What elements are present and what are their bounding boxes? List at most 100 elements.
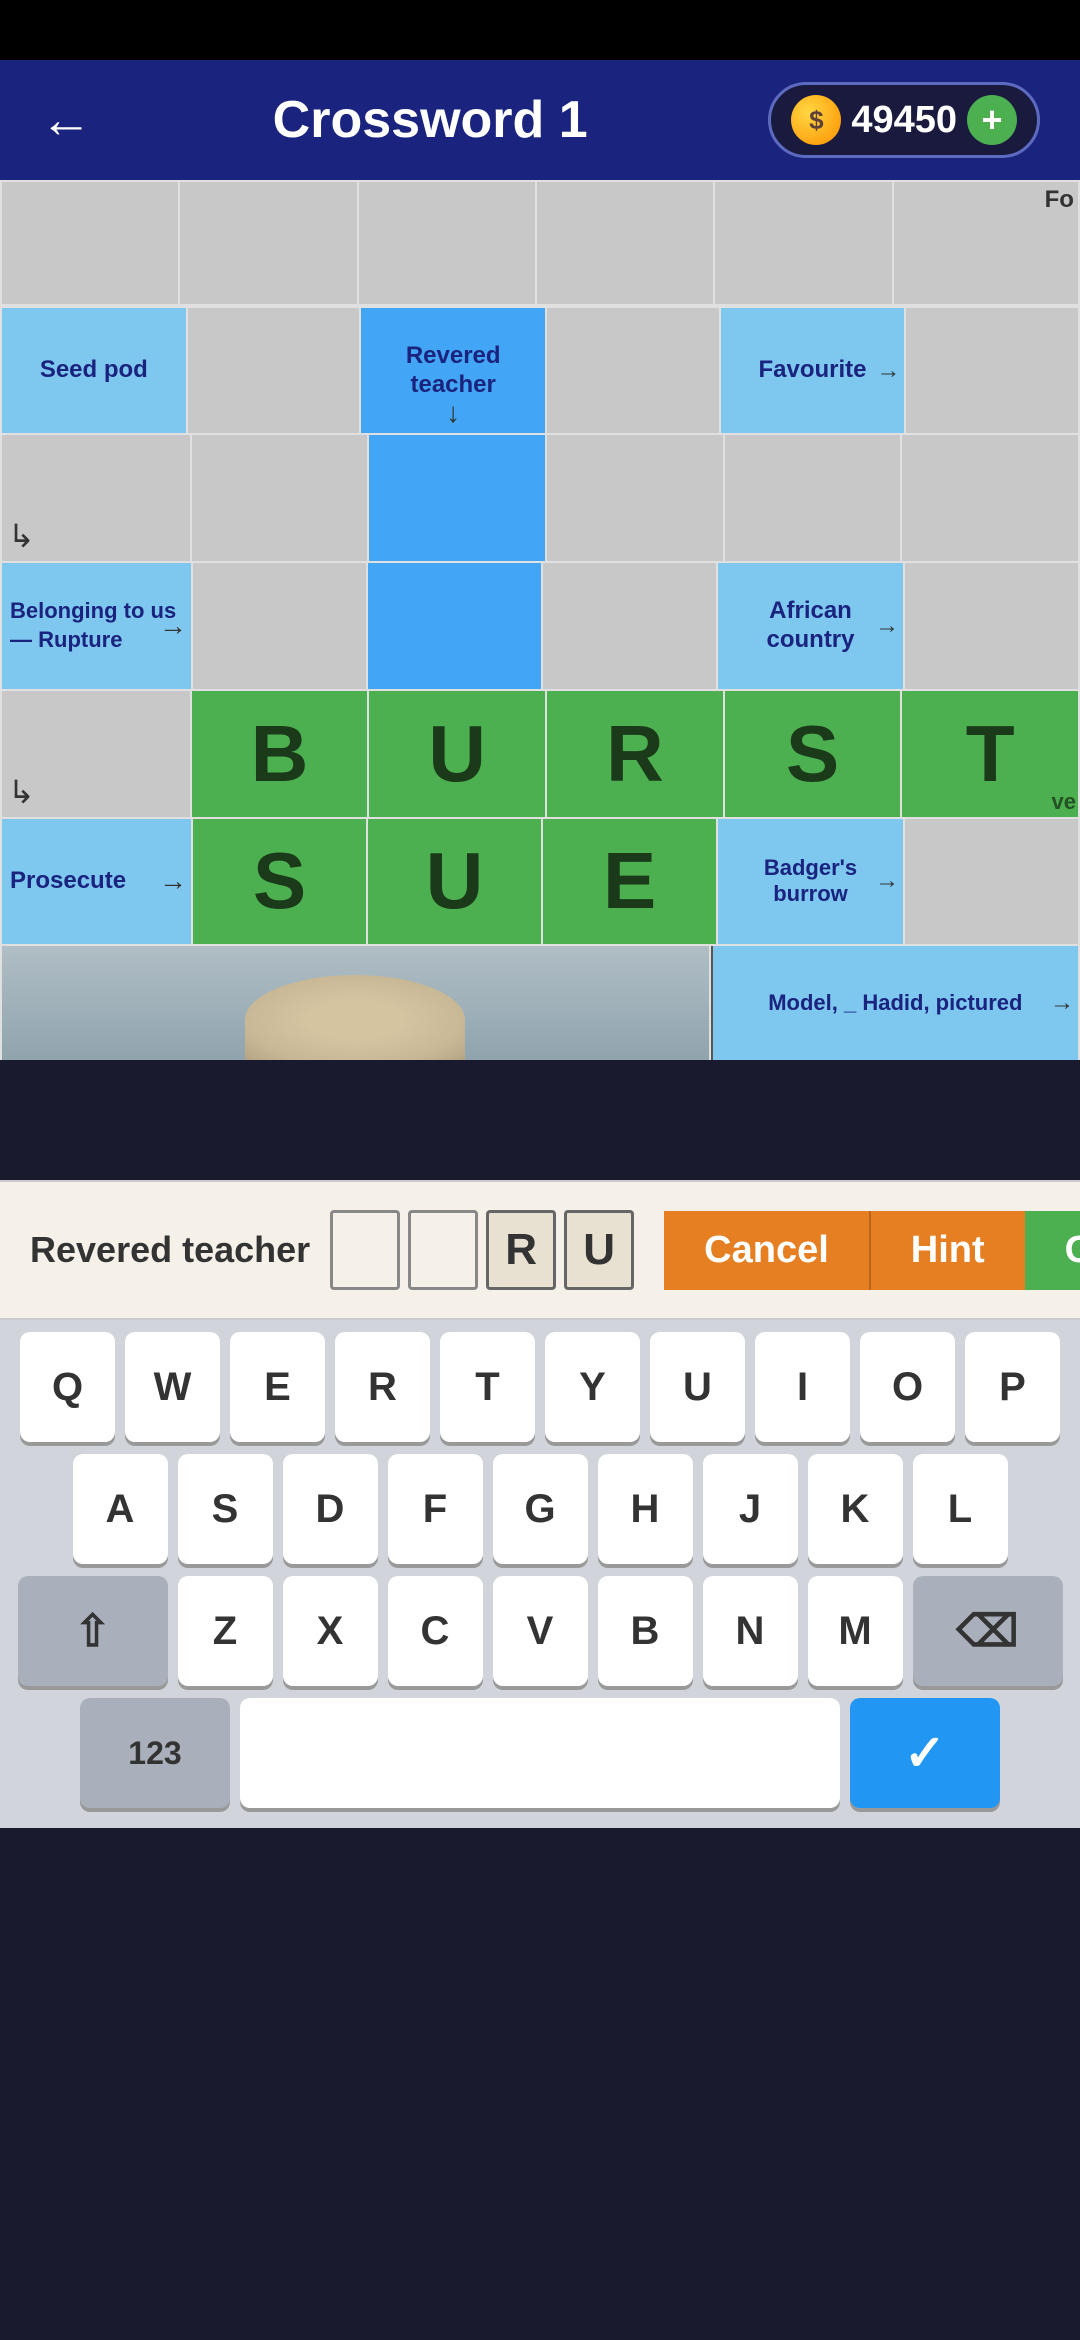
key-f[interactable]: F	[388, 1454, 483, 1564]
letter-r: R	[606, 708, 664, 800]
key-p[interactable]: P	[965, 1332, 1060, 1442]
cell-1-1	[188, 308, 360, 434]
cell-s2[interactable]: S	[193, 819, 366, 945]
keyboard-row-2: A S D F G H J K L	[8, 1454, 1072, 1564]
space-key[interactable]	[240, 1698, 840, 1808]
add-coins-button[interactable]: +	[967, 95, 1017, 145]
cell-r[interactable]: R	[547, 691, 723, 817]
clue-favourite-text: Favourite	[759, 356, 867, 385]
letter-b: B	[251, 708, 309, 800]
keyboard-row-3: ⇧ Z X C V B N M ⌫	[8, 1576, 1072, 1686]
key-o[interactable]: O	[860, 1332, 955, 1442]
key-u[interactable]: U	[650, 1332, 745, 1442]
crossword-grid: Fo Seed pod Revered teacher ↓ Favourite …	[0, 180, 1080, 1060]
key-m[interactable]: M	[808, 1576, 903, 1686]
key-l[interactable]: L	[913, 1454, 1008, 1564]
cell-b[interactable]: B	[192, 691, 368, 817]
back-button[interactable]: ←	[40, 90, 92, 150]
key-b[interactable]: B	[598, 1576, 693, 1686]
clue-prosecute[interactable]: Prosecute →	[2, 819, 191, 945]
cell-3-5	[905, 563, 1078, 689]
letter-t: T	[966, 708, 1015, 800]
photo-hint-area	[2, 946, 709, 1060]
cell-0-3	[537, 182, 713, 304]
coin-count: 49450	[851, 99, 957, 142]
clue-seed-pod-text: Seed pod	[40, 356, 148, 385]
key-r[interactable]: R	[335, 1332, 430, 1442]
letter-box-4[interactable]: U	[564, 1210, 634, 1290]
numbers-key[interactable]: 123	[80, 1698, 230, 1808]
letter-e: E	[603, 835, 656, 927]
clue-badger[interactable]: Badger's burrow →	[718, 819, 903, 945]
key-a[interactable]: A	[73, 1454, 168, 1564]
corner-arrow-1: ↳	[8, 517, 35, 555]
clue-revered-teacher[interactable]: Revered teacher ↓	[361, 308, 545, 434]
page-title: Crossword 1	[273, 90, 588, 150]
cell-u2[interactable]: U	[368, 819, 541, 945]
key-d[interactable]: D	[283, 1454, 378, 1564]
key-c[interactable]: C	[388, 1576, 483, 1686]
coin-icon: $	[791, 95, 841, 145]
cell-4-0: ↳	[2, 691, 190, 817]
key-n[interactable]: N	[703, 1576, 798, 1686]
arrow-right-favourite: →	[876, 357, 900, 385]
shift-key[interactable]: ⇧	[18, 1576, 168, 1686]
keyboard: Q W E R T Y U I O P A S D F G H J K L ⇧ …	[0, 1320, 1080, 1828]
letter-s1: S	[786, 708, 839, 800]
key-y[interactable]: Y	[545, 1332, 640, 1442]
key-x[interactable]: X	[283, 1576, 378, 1686]
cell-3-3	[543, 563, 716, 689]
key-w[interactable]: W	[125, 1332, 220, 1442]
arrow-right-model: →	[1050, 989, 1074, 1017]
key-v[interactable]: V	[493, 1576, 588, 1686]
input-bar: Revered teacher R U Cancel Hint Okay	[0, 1180, 1080, 1320]
cell-3-1	[193, 563, 366, 689]
clue-belonging-text: Belonging to us — Rupture	[10, 597, 183, 654]
header: ← Crossword 1 $ 49450 +	[0, 60, 1080, 180]
confirm-key[interactable]: ✓	[850, 1698, 1000, 1808]
clue-badger-text: Badger's burrow	[724, 855, 897, 908]
okay-button[interactable]: Okay	[1025, 1211, 1080, 1290]
key-t[interactable]: T	[440, 1332, 535, 1442]
cell-u1[interactable]: U	[369, 691, 545, 817]
clue-model[interactable]: Model, _ Hadid, pictured →	[711, 946, 1078, 1060]
letter-box-1[interactable]	[330, 1210, 400, 1290]
cell-s1[interactable]: S	[725, 691, 901, 817]
key-q[interactable]: Q	[20, 1332, 115, 1442]
clue-seed-pod[interactable]: Seed pod	[2, 308, 186, 434]
active-clue-text: Revered teacher	[30, 1229, 310, 1271]
keyboard-bottom-row: 123 ✓	[8, 1698, 1072, 1808]
letter-box-2[interactable]	[408, 1210, 478, 1290]
cell-2-3	[547, 435, 723, 561]
backspace-key[interactable]: ⌫	[913, 1576, 1063, 1686]
corner-arrow-2: ↳	[8, 773, 35, 811]
letter-s2: S	[253, 835, 306, 927]
status-bar	[0, 0, 1080, 60]
partial-ve: ve	[1052, 789, 1076, 815]
clue-african-country-text: African country	[724, 597, 897, 655]
clue-african-country[interactable]: African country →	[718, 563, 903, 689]
cell-2-4	[725, 435, 901, 561]
key-s[interactable]: S	[178, 1454, 273, 1564]
cell-e[interactable]: E	[543, 819, 716, 945]
clue-belonging[interactable]: Belonging to us — Rupture →	[2, 563, 191, 689]
coin-badge: $ 49450 +	[768, 82, 1040, 158]
cancel-button[interactable]: Cancel	[664, 1211, 869, 1290]
key-e[interactable]: E	[230, 1332, 325, 1442]
key-g[interactable]: G	[493, 1454, 588, 1564]
key-i[interactable]: I	[755, 1332, 850, 1442]
cell-t[interactable]: T ve	[902, 691, 1078, 817]
cell-2-5	[902, 435, 1078, 561]
letter-u1: U	[428, 708, 486, 800]
letter-box-3[interactable]: R	[486, 1210, 556, 1290]
arrow-right-africa: →	[875, 612, 899, 640]
clue-favourite[interactable]: Favourite →	[721, 308, 905, 434]
hint-button[interactable]: Hint	[869, 1211, 1025, 1290]
cell-2-2	[369, 435, 545, 561]
key-z[interactable]: Z	[178, 1576, 273, 1686]
photo-head	[245, 975, 465, 1060]
key-k[interactable]: K	[808, 1454, 903, 1564]
key-j[interactable]: J	[703, 1454, 798, 1564]
clue-prosecute-text: Prosecute	[10, 867, 126, 895]
key-h[interactable]: H	[598, 1454, 693, 1564]
